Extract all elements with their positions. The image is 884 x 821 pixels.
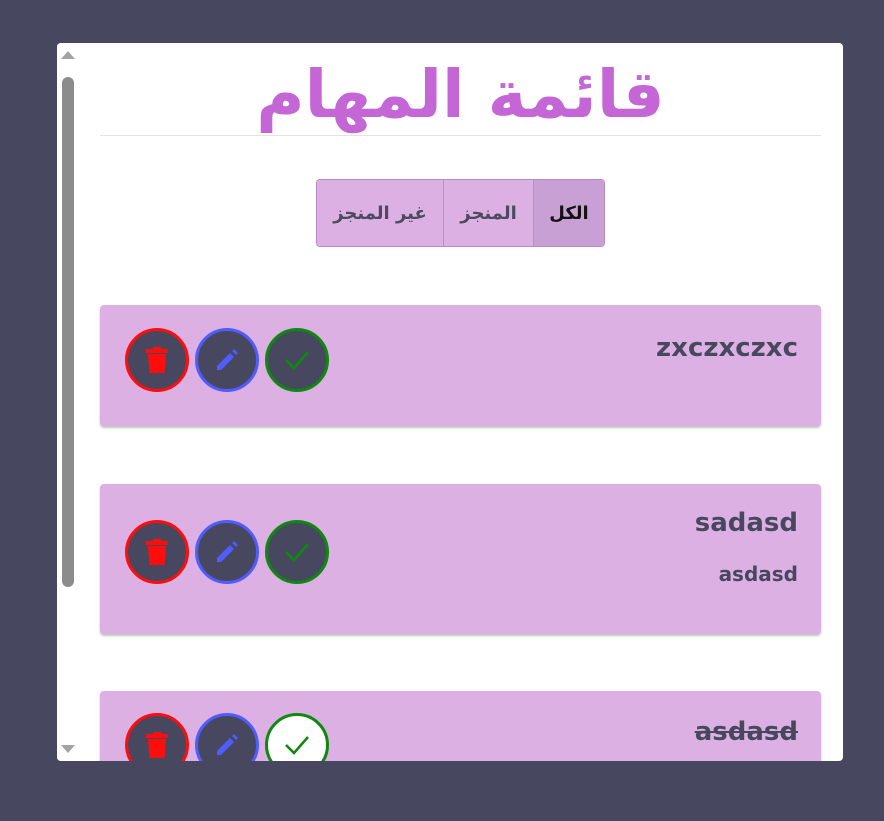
checkmark-icon [285,736,309,755]
complete-button[interactable] [265,520,329,584]
todo-actions [125,713,329,761]
edit-button[interactable] [195,520,259,584]
delete-button[interactable] [125,520,189,584]
delete-button[interactable] [125,713,189,761]
trash-icon [146,732,168,758]
scroll-up-arrow-icon[interactable] [61,51,75,59]
todo-actions [125,520,329,584]
pencil-icon [217,541,238,562]
delete-button[interactable] [125,328,189,392]
todo-card: sadasd asdasd [100,484,821,634]
filter-undone-button[interactable]: غير المنجز [317,180,444,246]
edit-button[interactable] [195,328,259,392]
filter-done-button[interactable]: المنجز [444,180,534,246]
todo-description: asdasd [718,562,798,586]
checkmark-icon [285,543,309,562]
page-title: قائمة المهام [256,56,665,133]
complete-button[interactable] [265,713,329,761]
todo-panel: قائمة المهام الكل المنجز غير المنجز zxcz… [57,43,843,761]
todo-actions [125,328,329,392]
filter-button-group: الكل المنجز غير المنجز [316,179,605,247]
trash-icon [146,347,168,373]
scrollbar-thumb[interactable] [62,77,74,587]
complete-button[interactable] [265,328,329,392]
todo-title: zxczxczxc [656,333,798,363]
filter-all-button[interactable]: الكل [534,180,604,246]
todo-title: asdasd [694,717,798,747]
vertical-scrollbar[interactable] [57,43,78,761]
pencil-icon [217,734,238,755]
trash-icon [146,539,168,565]
title-divider [100,135,821,136]
pencil-icon [217,349,238,370]
edit-button[interactable] [195,713,259,761]
todo-title: sadasd [694,508,798,538]
todo-card: asdasd [100,691,821,761]
todo-card: zxczxczxc [100,305,821,426]
checkmark-icon [285,351,309,370]
scroll-down-arrow-icon[interactable] [61,745,75,753]
